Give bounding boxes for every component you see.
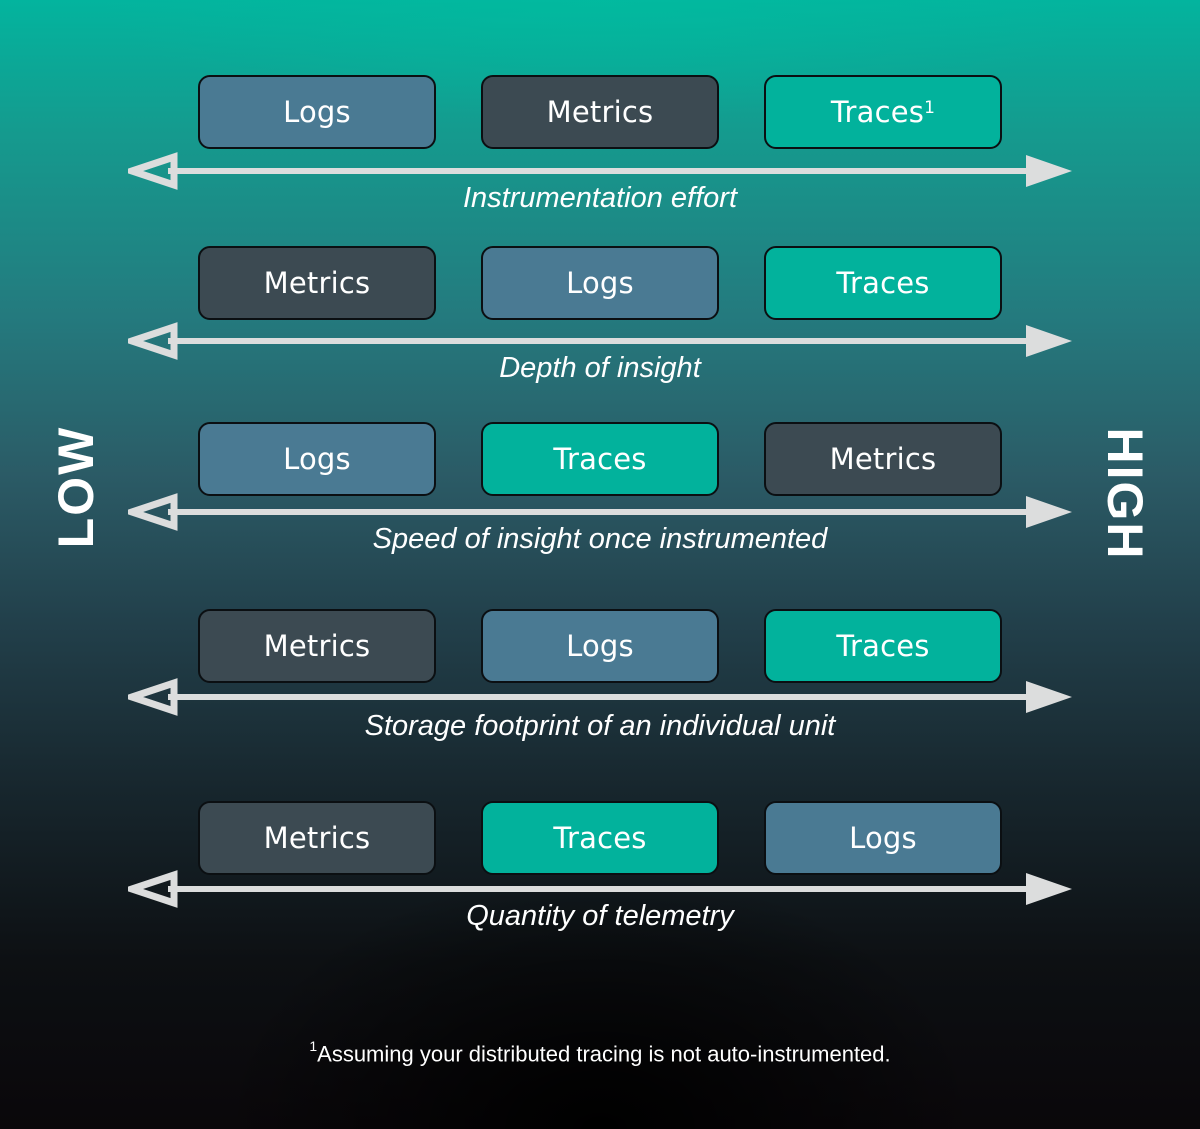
left-hollow-arrowhead-icon <box>128 493 178 531</box>
scale-item-label: Traces <box>553 442 647 476</box>
scale-item-label: Logs <box>283 442 351 476</box>
footnote-marker: 1 <box>924 98 936 118</box>
scale-item-logs: Logs <box>198 75 436 149</box>
scale-item-label: Logs <box>283 95 351 129</box>
scale-item-traces: Traces 1 <box>764 75 1002 149</box>
scale-item-label: Traces <box>836 629 930 663</box>
scale-item-label: Traces <box>836 266 930 300</box>
scale-item-metrics: Metrics <box>198 801 436 875</box>
scale-item-metrics: Metrics <box>198 609 436 683</box>
scale-item-traces: Traces <box>764 246 1002 320</box>
scale-item-logs: Logs <box>481 609 719 683</box>
left-hollow-arrowhead-icon <box>128 870 178 908</box>
scale-item-logs: Logs <box>764 801 1002 875</box>
scale-item-traces: Traces <box>764 609 1002 683</box>
scale-label: Speed of insight once instrumented <box>372 523 828 555</box>
left-hollow-arrowhead-icon <box>128 678 178 716</box>
scale-label: Storage footprint of an individual unit <box>364 710 836 742</box>
scale-item-label: Metrics <box>829 442 937 476</box>
scale-item-metrics: Metrics <box>198 246 436 320</box>
scale-item-logs: Logs <box>481 246 719 320</box>
scale-label: Instrumentation effort <box>462 182 738 214</box>
scale-item-metrics: Metrics <box>764 422 1002 496</box>
left-hollow-arrowhead-icon <box>128 322 178 360</box>
scale-item-traces: Traces <box>481 422 719 496</box>
scale-item-label: Logs <box>566 629 634 663</box>
scale-item-logs: Logs <box>198 422 436 496</box>
right-filled-arrowhead-icon <box>1026 681 1072 713</box>
scale-item-label: Metrics <box>546 95 654 129</box>
scale-item-label: Traces <box>830 95 925 129</box>
axis-line <box>168 168 1030 174</box>
scale-item-label: Traces <box>553 821 647 855</box>
footnote-text: Assuming your distributed tracing is not… <box>317 1041 891 1067</box>
scale-item-metrics: Metrics <box>481 75 719 149</box>
scale-item-label: Logs <box>566 266 634 300</box>
footnote: 1Assuming your distributed tracing is no… <box>0 1038 1200 1067</box>
scale-item-label: Logs <box>849 821 917 855</box>
footnote-marker: 1 <box>309 1038 318 1054</box>
scale-item-label: Metrics <box>263 821 371 855</box>
scale-item-label: Metrics <box>263 266 371 300</box>
axis-line <box>168 509 1030 515</box>
scale-label: Depth of insight <box>499 352 701 384</box>
scale-item-label: Metrics <box>263 629 371 663</box>
scale-item-traces: Traces <box>481 801 719 875</box>
left-hollow-arrowhead-icon <box>128 152 178 190</box>
axis-line <box>168 338 1030 344</box>
scale-label: Quantity of telemetry <box>466 900 734 932</box>
axis-line <box>168 886 1030 892</box>
axis-line <box>168 694 1030 700</box>
